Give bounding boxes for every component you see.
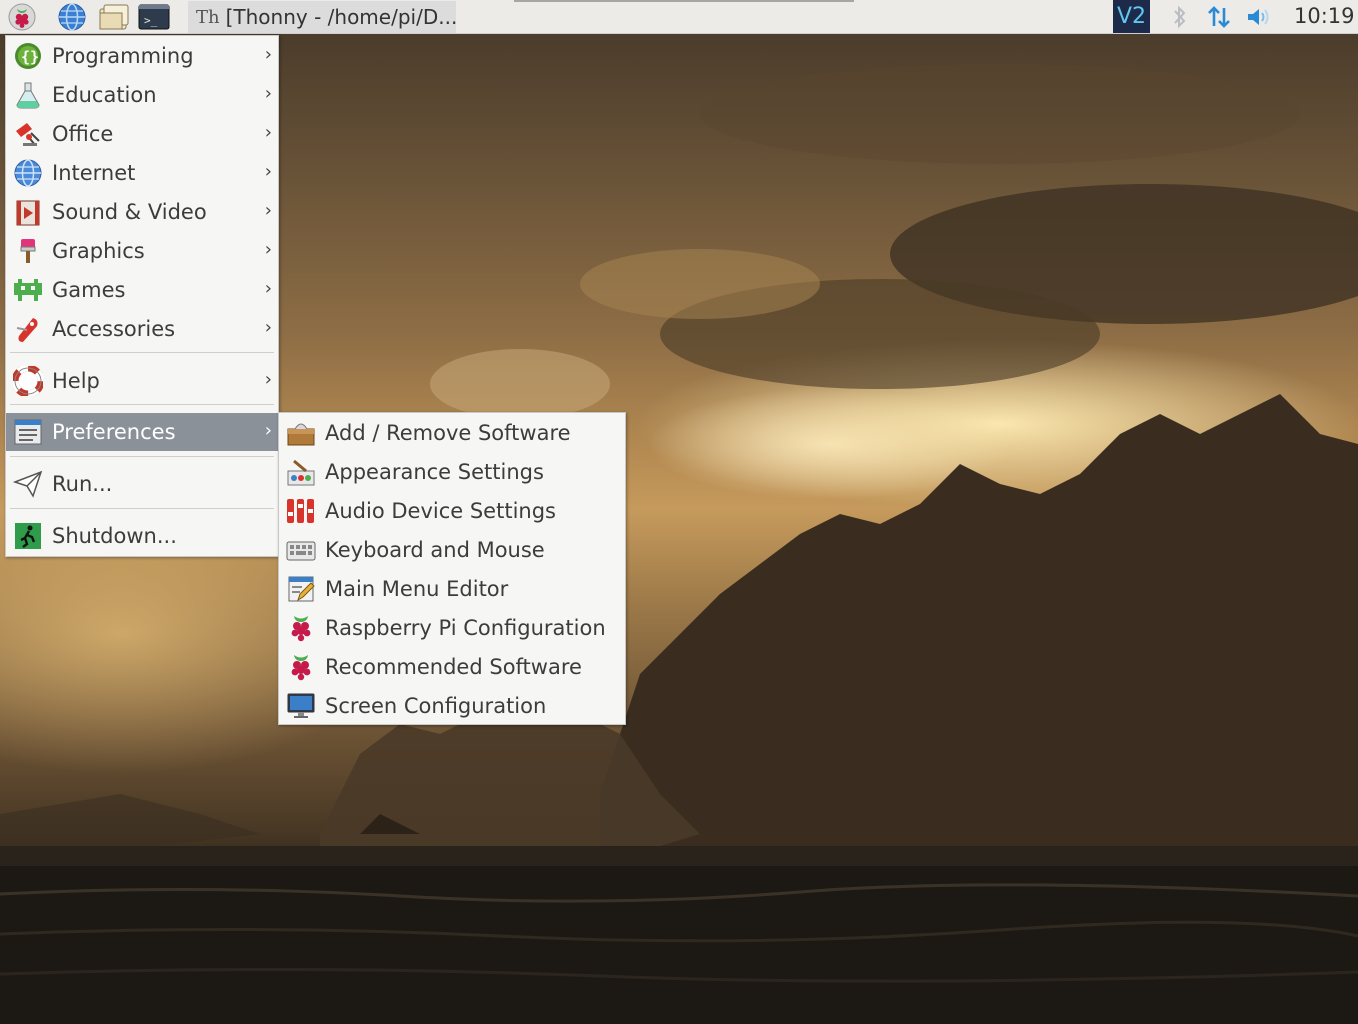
games-icon [14,279,42,301]
taskbar-window-thonny[interactable]: Th [Thonny - /home/pi/D... [188,1,456,33]
menu-separator [10,456,274,457]
network-icon[interactable] [1203,2,1235,32]
submenu-item-main-menu-editor[interactable]: Main Menu Editor [279,570,625,608]
submenu-item-audio-device-settings[interactable]: Audio Device Settings [279,492,625,530]
menu-item-accessories[interactable]: Accessories › [6,310,278,348]
menu-item-label: Graphics [52,239,145,263]
package-icon [287,423,315,446]
chevron-right-icon: › [264,161,272,182]
chevron-right-icon: › [264,369,272,390]
chevron-right-icon: › [264,420,272,441]
raspberry-icon [291,616,311,642]
menu-separator [10,508,274,509]
menu-item-preferences[interactable]: Preferences › [6,413,278,451]
svg-text:{}: {} [21,48,39,66]
submenu-item-label: Appearance Settings [325,460,544,484]
chevron-right-icon: › [264,317,272,338]
chevron-right-icon: › [264,278,272,299]
programming-icon: {} [15,43,41,69]
menu-item-shutdown[interactable]: Shutdown... [6,517,278,555]
submenu-item-label: Main Menu Editor [325,577,509,601]
shutdown-icon [15,523,41,549]
submenu-item-appearance-settings[interactable]: Appearance Settings [279,453,625,491]
preferences-icon [14,419,42,445]
main-menu: {} Programming › Education › Office › In… [5,35,279,557]
menu-item-run[interactable]: Run... [6,465,278,503]
thonny-icon: Th [196,6,220,28]
menu-item-label: Accessories [52,317,176,341]
menu-item-label: Preferences [52,420,176,444]
submenu-item-label: Raspberry Pi Configuration [325,616,606,640]
submenu-item-label: Recommended Software [325,655,582,679]
terminal-icon: >_ [138,4,170,30]
chevron-right-icon: › [264,44,272,65]
menu-item-label: Education [52,83,157,107]
menu-item-label: Programming [52,44,194,68]
menu-item-programming[interactable]: {} Programming › [6,37,278,75]
menu-item-label: Shutdown... [52,524,177,548]
task-title: [Thonny - /home/pi/D... [225,5,456,29]
menu-item-sound-video[interactable]: Sound & Video › [6,193,278,231]
chevron-right-icon: › [264,83,272,104]
submenu-item-keyboard-and-mouse[interactable]: Keyboard and Mouse [279,531,625,569]
menu-separator [10,352,274,353]
submenu-item-add-remove-software[interactable]: Add / Remove Software [279,414,625,452]
chevron-right-icon: › [264,200,272,221]
submenu-item-label: Add / Remove Software [325,421,571,445]
menu-item-label: Sound & Video [52,200,207,224]
submenu-item-screen-configuration[interactable]: Screen Configuration [279,687,625,725]
run-icon [13,470,43,498]
menu-item-office[interactable]: Office › [6,115,278,153]
menu-item-label: Run... [52,472,113,496]
submenu-item-label: Screen Configuration [325,694,547,718]
submenu-item-label: Keyboard and Mouse [325,538,545,562]
menu-item-help[interactable]: Help › [6,362,278,400]
menu-item-education[interactable]: Education › [6,76,278,114]
menu-item-games[interactable]: Games › [6,271,278,309]
menu-item-label: Help [52,369,100,393]
office-icon [16,123,40,146]
keyboard-icon [286,541,316,561]
preferences-submenu: Add / Remove Software Appearance Setting… [278,412,626,725]
graphics-icon [20,239,36,263]
taskbar: >_ Th [Thonny - /home/pi/D... V2 10:19 [0,0,1358,34]
menu-editor-icon [288,576,315,602]
internet-icon [14,159,42,187]
volume-icon[interactable] [1243,2,1275,32]
terminal-launcher[interactable]: >_ [138,2,170,32]
education-icon [16,82,40,109]
chevron-right-icon: › [264,239,272,260]
main-menu-button[interactable] [6,2,38,32]
chevron-right-icon: › [264,122,272,143]
audio-mixer-icon [287,499,314,523]
folder-icon [99,4,129,30]
menu-item-label: Office [52,122,114,146]
clock[interactable]: 10:19 [1294,4,1355,28]
raspberry-icon [291,655,311,681]
menu-separator [10,404,274,405]
monitor-icon [287,693,315,718]
menu-item-label: Games [52,278,126,302]
bluetooth-icon[interactable] [1164,2,1196,32]
submenu-item-label: Audio Device Settings [325,499,556,523]
menu-item-label: Internet [52,161,136,185]
accessories-icon [16,318,38,342]
file-manager-launcher[interactable] [98,2,130,32]
globe-icon [58,3,86,31]
sound-video-icon [16,200,40,226]
raspberry-icon [8,3,36,31]
submenu-item-recommended-software[interactable]: Recommended Software [279,648,625,686]
help-icon [13,366,43,396]
submenu-item-raspberry-pi-configuration[interactable]: Raspberry Pi Configuration [279,609,625,647]
taskbar-separator [514,0,854,2]
appearance-icon [287,459,315,486]
vnc-icon[interactable]: V2 [1113,0,1150,33]
svg-text:>_: >_ [144,14,158,27]
web-browser-launcher[interactable] [56,2,88,32]
menu-item-graphics[interactable]: Graphics › [6,232,278,270]
menu-item-internet[interactable]: Internet › [6,154,278,192]
